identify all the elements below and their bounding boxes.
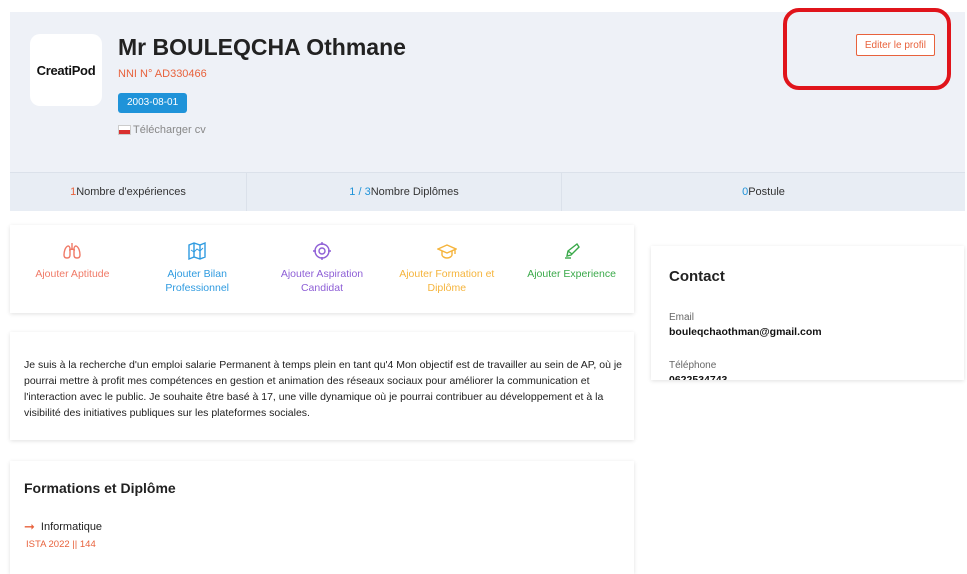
formation-subtitle: ISTA 2022 || 144 [26, 539, 96, 550]
stat-diplomas-label: Nombre Diplômes [370, 186, 459, 198]
stat-experiences: 1 Nombre d'expériences [10, 173, 246, 211]
add-experience-label: Ajouter Experience [527, 268, 616, 280]
download-cv-link[interactable]: Télécharger cv [118, 124, 206, 136]
stat-diplomas: 1 / 3 Nombre Diplômes [246, 173, 561, 211]
contact-title: Contact [669, 268, 725, 285]
phone-value: 0622534743 [669, 374, 728, 380]
add-aptitude-label: Ajouter Aptitude [35, 268, 110, 280]
phone-label: Téléphone [669, 360, 717, 371]
quick-actions-card: Ajouter Aptitude Ajouter Bilan Professio… [10, 225, 634, 313]
lungs-icon [63, 243, 82, 259]
arrow-right-icon: ➞ [24, 519, 35, 534]
contact-card: Contact Email bouleqchaothman@gmail.com … [651, 246, 964, 380]
add-bilan-label: Ajouter Bilan Professionnel [165, 268, 229, 294]
add-formation-label: Ajouter Formation et Diplôme [399, 268, 495, 294]
add-formation-button[interactable]: Ajouter Formation et Diplôme [384, 225, 509, 313]
company-logo: CreatiPod [30, 34, 102, 106]
email-value: bouleqchaothman@gmail.com [669, 326, 822, 338]
stat-diplomas-count: 1 / 3 [349, 186, 371, 198]
highlight-annotation [783, 8, 951, 90]
email-label: Email [669, 312, 695, 323]
add-experience-button[interactable]: Ajouter Experience [509, 225, 634, 313]
formations-card: Formations et Diplôme ➞ Informatique IST… [10, 461, 634, 574]
stat-applications: 0 Postule [561, 173, 965, 211]
bio-card: Je suis à la recherche d'un emploi salar… [10, 332, 634, 440]
add-aspiration-label: Ajouter Aspiration Candidat [280, 268, 364, 294]
birth-date-badge: 2003-08-01 [118, 93, 188, 113]
map-icon [188, 241, 206, 261]
download-cv-label: Télécharger cv [133, 124, 206, 136]
formation-item: ➞ Informatique [24, 519, 102, 535]
formations-title: Formations et Diplôme [24, 480, 176, 496]
profile-name: Mr BOULEQCHA Othmane [118, 34, 406, 60]
add-aspiration-button[interactable]: Ajouter Aspiration Candidat [260, 225, 385, 313]
add-bilan-button[interactable]: Ajouter Bilan Professionnel [135, 225, 260, 313]
flag-icon [118, 125, 131, 135]
bio-text: Je suis à la recherche d'un emploi salar… [24, 359, 622, 419]
target-icon [312, 242, 331, 260]
stats-bar: 1 Nombre d'expériences 1 / 3 Nombre Dipl… [10, 172, 965, 211]
stat-applications-label: Postule [748, 186, 785, 198]
pen-icon [564, 242, 580, 259]
nni-number: NNI N° AD330466 [118, 68, 207, 80]
graduation-cap-icon [436, 244, 457, 259]
add-aptitude-button[interactable]: Ajouter Aptitude [10, 225, 135, 313]
formation-title: Informatique [40, 521, 103, 533]
stat-experiences-label: Nombre d'expériences [76, 186, 186, 198]
logo-text: CreatiPod [36, 62, 96, 78]
